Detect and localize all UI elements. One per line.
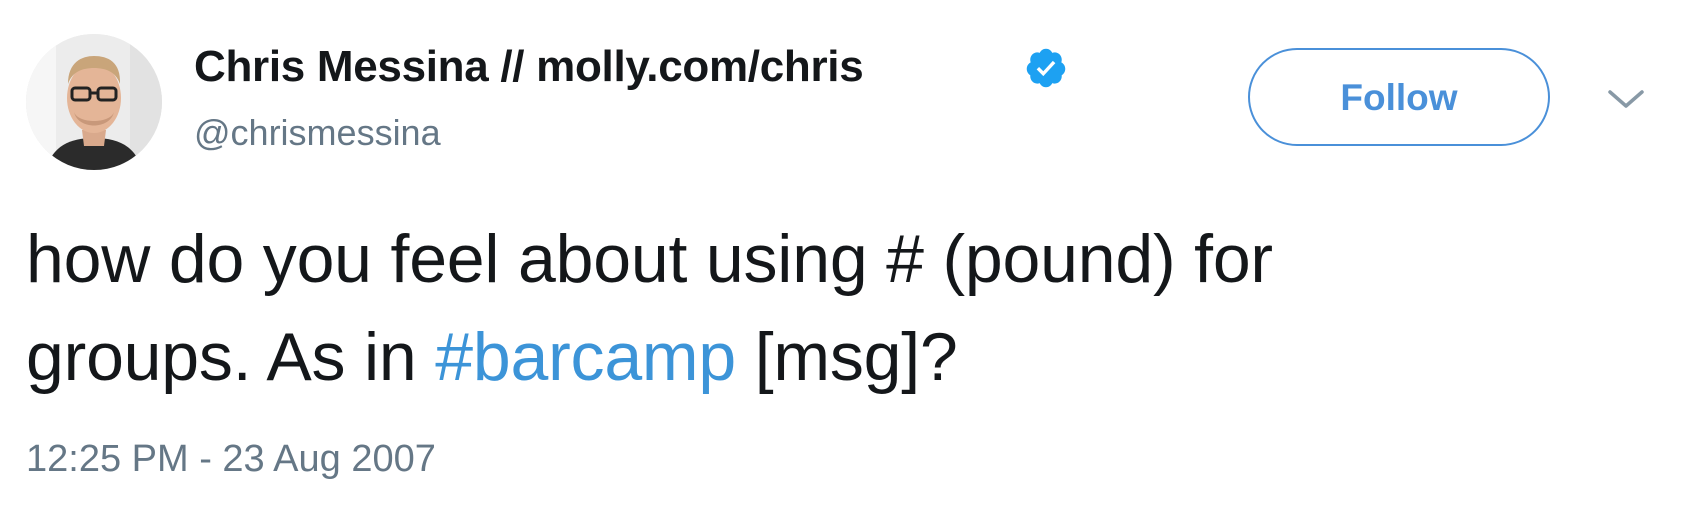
tweet-text-line-1: how do you feel about using # (pound) fo… (26, 221, 1273, 297)
tweet-text-segment: [msg]? (736, 319, 958, 395)
user-handle[interactable]: @chrismessina (194, 112, 441, 154)
avatar-image (26, 34, 162, 170)
avatar[interactable] (26, 34, 162, 170)
follow-button[interactable]: Follow (1248, 48, 1550, 146)
tweet-text-segment: groups. As in (26, 319, 436, 395)
verified-badge-icon (1026, 48, 1066, 88)
tweet-text: how do you feel about using # (pound) fo… (26, 210, 1646, 406)
hashtag-link[interactable]: #barcamp (435, 319, 736, 395)
tweet-timestamp[interactable]: 12:25 PM - 23 Aug 2007 (26, 438, 436, 481)
tweet-card: Chris Messina // molly.com/chris @chrism… (0, 0, 1696, 522)
display-name[interactable]: Chris Messina // molly.com/chris (194, 42, 864, 92)
chevron-down-icon[interactable] (1604, 84, 1648, 114)
tweet-text-line-2: groups. As in #barcamp [msg]? (26, 308, 1646, 406)
